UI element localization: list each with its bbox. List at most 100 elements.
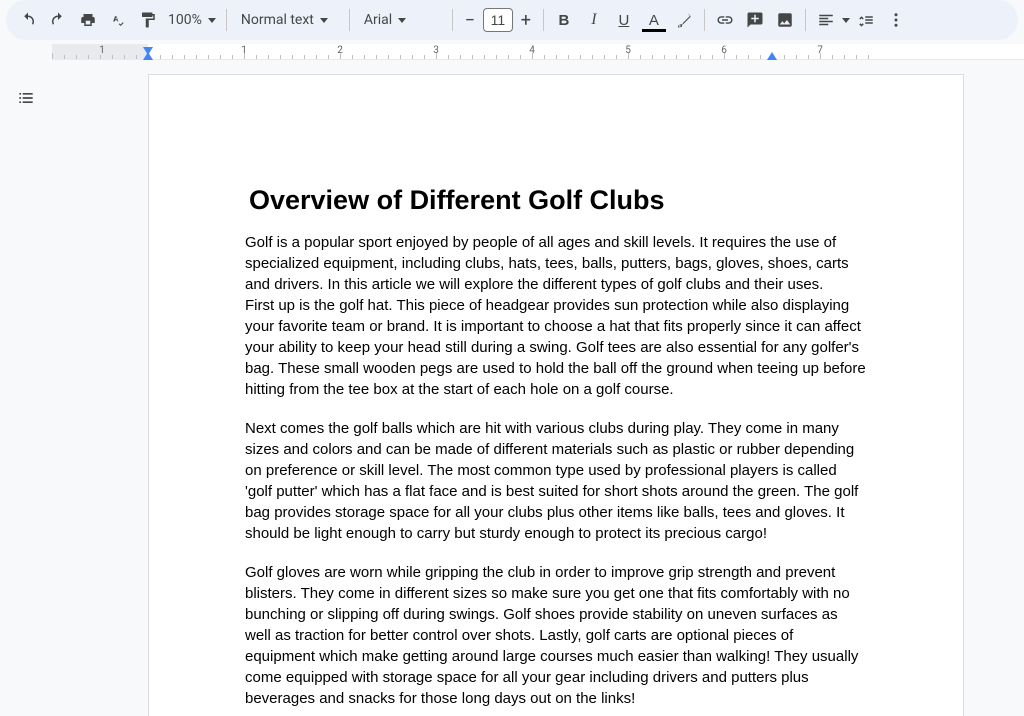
ruler-tick bbox=[736, 55, 737, 59]
ruler-tick bbox=[568, 55, 569, 59]
left-indent-marker[interactable] bbox=[143, 52, 153, 60]
ruler-tick bbox=[232, 55, 233, 59]
chevron-down-icon bbox=[398, 18, 406, 23]
spellcheck-button[interactable] bbox=[104, 6, 132, 34]
ruler[interactable]: 11234567 bbox=[52, 44, 1024, 60]
ruler-tick bbox=[628, 53, 629, 59]
ruler-tick bbox=[196, 55, 197, 59]
insert-link-button[interactable] bbox=[711, 6, 739, 34]
font-size-stepper: − + bbox=[459, 8, 537, 32]
ruler-tick bbox=[136, 55, 137, 59]
add-comment-button[interactable] bbox=[741, 6, 769, 34]
underline-button[interactable]: U bbox=[610, 6, 638, 34]
italic-button[interactable]: I bbox=[580, 6, 608, 34]
paragraph-style-value: Normal text bbox=[241, 12, 314, 28]
align-dropdown[interactable] bbox=[812, 6, 850, 34]
ruler-tick bbox=[616, 55, 617, 59]
font-size-input[interactable] bbox=[483, 8, 513, 32]
ruler-tick bbox=[304, 55, 305, 59]
ruler-tick bbox=[184, 55, 185, 59]
paragraph-style-dropdown[interactable]: Normal text bbox=[233, 12, 343, 28]
zoom-dropdown[interactable]: 100% bbox=[164, 12, 220, 28]
document-outline-button[interactable] bbox=[12, 84, 40, 112]
ruler-tick bbox=[388, 55, 389, 59]
ruler-tick bbox=[820, 53, 821, 59]
separator bbox=[543, 9, 544, 31]
ruler-tick bbox=[412, 55, 413, 59]
ruler-tick bbox=[868, 55, 869, 59]
highlight-color-button[interactable] bbox=[670, 6, 698, 34]
ruler-tick bbox=[472, 55, 473, 59]
insert-image-button[interactable] bbox=[771, 6, 799, 34]
ruler-tick bbox=[76, 55, 77, 59]
text-color-button[interactable]: A bbox=[640, 6, 668, 34]
ruler-tick bbox=[100, 55, 101, 59]
ruler-tick bbox=[688, 55, 689, 59]
separator bbox=[349, 9, 350, 31]
ruler-tick bbox=[460, 55, 461, 59]
ruler-tick bbox=[160, 55, 161, 59]
ruler-tick bbox=[316, 55, 317, 59]
ruler-tick bbox=[520, 55, 521, 59]
ruler-tick bbox=[712, 55, 713, 59]
ruler-tick bbox=[292, 55, 293, 59]
paragraph[interactable]: Next comes the golf balls which are hit … bbox=[245, 418, 867, 544]
ruler-tick bbox=[532, 53, 533, 59]
ruler-tick bbox=[364, 55, 365, 59]
ruler-tick bbox=[448, 55, 449, 59]
ruler-tick bbox=[556, 55, 557, 59]
ruler-tick bbox=[256, 55, 257, 59]
redo-button[interactable] bbox=[44, 6, 72, 34]
increase-font-size-button[interactable]: + bbox=[515, 8, 537, 32]
ruler-tick bbox=[544, 55, 545, 59]
align-icon bbox=[812, 6, 840, 34]
paragraph[interactable]: Golf gloves are worn while gripping the … bbox=[245, 562, 867, 709]
font-dropdown[interactable]: Arial bbox=[356, 12, 446, 28]
ruler-tick bbox=[112, 55, 113, 59]
ruler-tick bbox=[424, 55, 425, 59]
ruler-tick bbox=[652, 55, 653, 59]
ruler-tick bbox=[172, 55, 173, 59]
ruler-tick bbox=[760, 55, 761, 59]
ruler-tick bbox=[832, 55, 833, 59]
ruler-tick bbox=[664, 55, 665, 59]
document-body[interactable]: Golf is a popular sport enjoyed by peopl… bbox=[245, 232, 867, 709]
separator bbox=[452, 9, 453, 31]
more-button[interactable] bbox=[882, 6, 910, 34]
bold-button[interactable]: B bbox=[550, 6, 578, 34]
line-spacing-button[interactable] bbox=[852, 6, 880, 34]
decrease-font-size-button[interactable]: − bbox=[459, 8, 481, 32]
ruler-tick bbox=[676, 55, 677, 59]
ruler-tick bbox=[640, 55, 641, 59]
ruler-tick bbox=[88, 55, 89, 59]
page-area[interactable]: 16 + Overview of Different Golf Clubs Go… bbox=[52, 60, 1024, 716]
paint-format-button[interactable] bbox=[134, 6, 162, 34]
chevron-down-icon bbox=[320, 18, 328, 23]
separator bbox=[226, 9, 227, 31]
ruler-tick bbox=[748, 55, 749, 59]
zoom-value: 100% bbox=[168, 12, 202, 28]
document-page[interactable]: Overview of Different Golf Clubs Golf is… bbox=[148, 74, 964, 716]
ruler-tick bbox=[244, 53, 245, 59]
paragraph[interactable]: Golf is a popular sport enjoyed by peopl… bbox=[245, 232, 867, 400]
ruler-tick bbox=[856, 55, 857, 59]
ruler-tick bbox=[352, 55, 353, 59]
ruler-tick bbox=[52, 53, 53, 59]
ruler-tick bbox=[484, 55, 485, 59]
ruler-tick bbox=[400, 55, 401, 59]
ruler-tick bbox=[340, 53, 341, 59]
ruler-tick bbox=[328, 55, 329, 59]
right-indent-marker[interactable] bbox=[767, 52, 777, 60]
ruler-tick bbox=[508, 55, 509, 59]
ruler-tick bbox=[220, 55, 221, 59]
print-button[interactable] bbox=[74, 6, 102, 34]
ruler-tick bbox=[604, 55, 605, 59]
ruler-tick bbox=[844, 55, 845, 59]
document-title[interactable]: Overview of Different Golf Clubs bbox=[249, 185, 867, 216]
ruler-tick bbox=[268, 55, 269, 59]
ruler-tick bbox=[64, 55, 65, 59]
left-rail bbox=[0, 60, 52, 716]
font-value: Arial bbox=[364, 12, 392, 28]
undo-button[interactable] bbox=[14, 6, 42, 34]
ruler-tick bbox=[808, 55, 809, 59]
